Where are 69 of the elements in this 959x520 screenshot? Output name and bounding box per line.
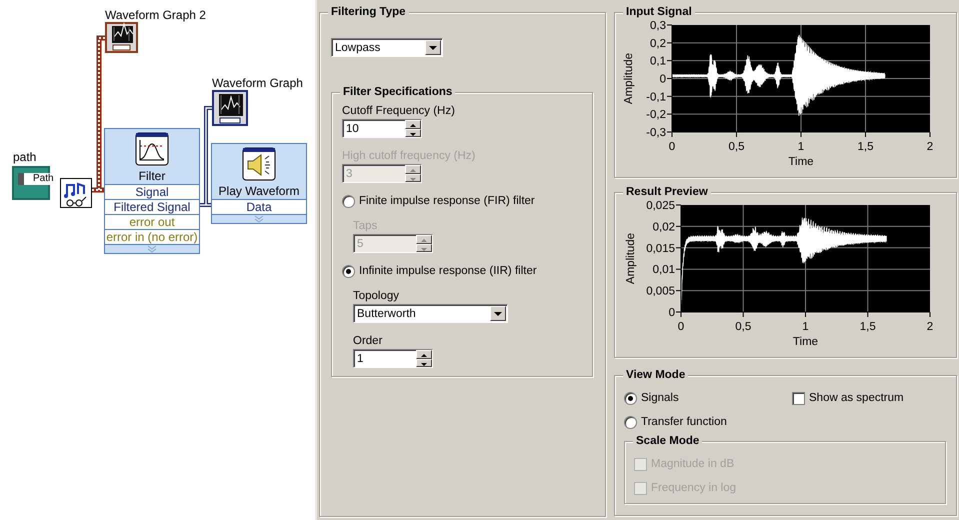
group-title: Filtering Type: [328, 5, 409, 19]
checkbox[interactable]: [792, 392, 805, 404]
field-label: Topology: [353, 289, 400, 303]
indicator-label: Waveform Graph: [212, 76, 303, 90]
y-tick-label: 0,01: [652, 264, 675, 276]
x-tick-label: 2: [926, 141, 934, 153]
radio-button[interactable]: [624, 416, 637, 428]
dropdown-field[interactable]: Butterworth: [353, 304, 508, 323]
y-tick-label: 0,2: [650, 38, 666, 50]
radio-label[interactable]: Signals: [641, 391, 679, 405]
node-title: Filter: [138, 169, 166, 183]
radio-button[interactable]: [342, 194, 355, 208]
x-tick-label: 1: [798, 141, 804, 153]
sound-file-icon[interactable]: [60, 178, 92, 208]
dropdown-button[interactable]: [425, 40, 441, 55]
x-tick-label: 0,5: [728, 141, 744, 153]
graph-indicator-icon[interactable]: [212, 90, 248, 126]
radio-button[interactable]: [624, 392, 637, 404]
axis-label: Amplitude: [625, 232, 637, 284]
x-tick-label: 2: [926, 321, 934, 333]
y-tick-label: 0: [668, 307, 675, 319]
y-tick-label: 0,1: [650, 56, 666, 68]
speaker-icon: [242, 147, 276, 181]
spin-up-button[interactable]: [416, 235, 432, 244]
group-title: Input Signal: [623, 5, 695, 19]
field-label: Cutoff Frequency (Hz): [342, 104, 456, 118]
x-tick-label: 0: [678, 321, 684, 333]
terminal-label[interactable]: error out: [105, 214, 199, 229]
checkbox-label[interactable]: Show as spectrum: [809, 391, 904, 405]
filter-icon: [135, 132, 169, 166]
dropdown-field[interactable]: Lowpass: [331, 38, 443, 57]
x-tick-label: 0,5: [735, 321, 752, 333]
x-tick-label: 0: [668, 141, 676, 153]
axis-label: Time: [788, 156, 814, 168]
radio-label[interactable]: Finite impulse response (FIR) filter: [359, 194, 535, 208]
axis-label: Amplitude: [623, 52, 635, 104]
path-display: Path: [18, 173, 56, 185]
terminal-label[interactable]: Data: [212, 199, 306, 214]
filter-node[interactable]: Filter Signal Filtered Signal error out error in (no error): [104, 128, 200, 254]
y-tick-label: 0,02: [652, 221, 675, 234]
graph-indicator-icon[interactable]: [105, 22, 138, 53]
node-title: Play Waveform: [218, 184, 300, 198]
spin-up-button[interactable]: [405, 165, 421, 174]
x-tick-label: 1: [802, 321, 809, 333]
radio-label[interactable]: Transfer function: [641, 415, 727, 429]
y-tick-label: 0,015: [646, 242, 675, 255]
radio-button[interactable]: [342, 264, 355, 278]
y-tick-label: -0,2: [646, 109, 666, 122]
terminal-label[interactable]: error in (no error): [105, 229, 199, 244]
x-tick-label: 1,5: [858, 141, 874, 153]
group-title: Filter Specifications: [340, 85, 456, 99]
y-tick-label: 0,005: [646, 286, 675, 298]
control-label: path: [13, 150, 36, 164]
indicator-label: Waveform Graph 2: [105, 8, 206, 22]
terminal-label[interactable]: Signal: [105, 184, 199, 199]
axis-label: Time: [792, 336, 818, 348]
spin-up-button[interactable]: [416, 350, 432, 358]
y-tick-label: 0,3: [650, 20, 666, 32]
field-label: Order: [353, 334, 384, 348]
y-tick-label: 0,025: [646, 200, 675, 212]
x-tick-label: 1,5: [860, 321, 876, 333]
play-waveform-node[interactable]: Play Waveform Data: [211, 143, 307, 224]
spin-up-button[interactable]: [405, 120, 421, 128]
radio-label[interactable]: Infinite impulse response (IIR) filter: [359, 264, 537, 278]
dropdown-button[interactable]: [490, 306, 506, 321]
y-tick-label: 0: [660, 74, 666, 86]
y-tick-label: -0,1: [646, 91, 666, 104]
terminal-label[interactable]: Filtered Signal: [105, 199, 199, 214]
y-tick-label: -0,3: [646, 127, 666, 139]
